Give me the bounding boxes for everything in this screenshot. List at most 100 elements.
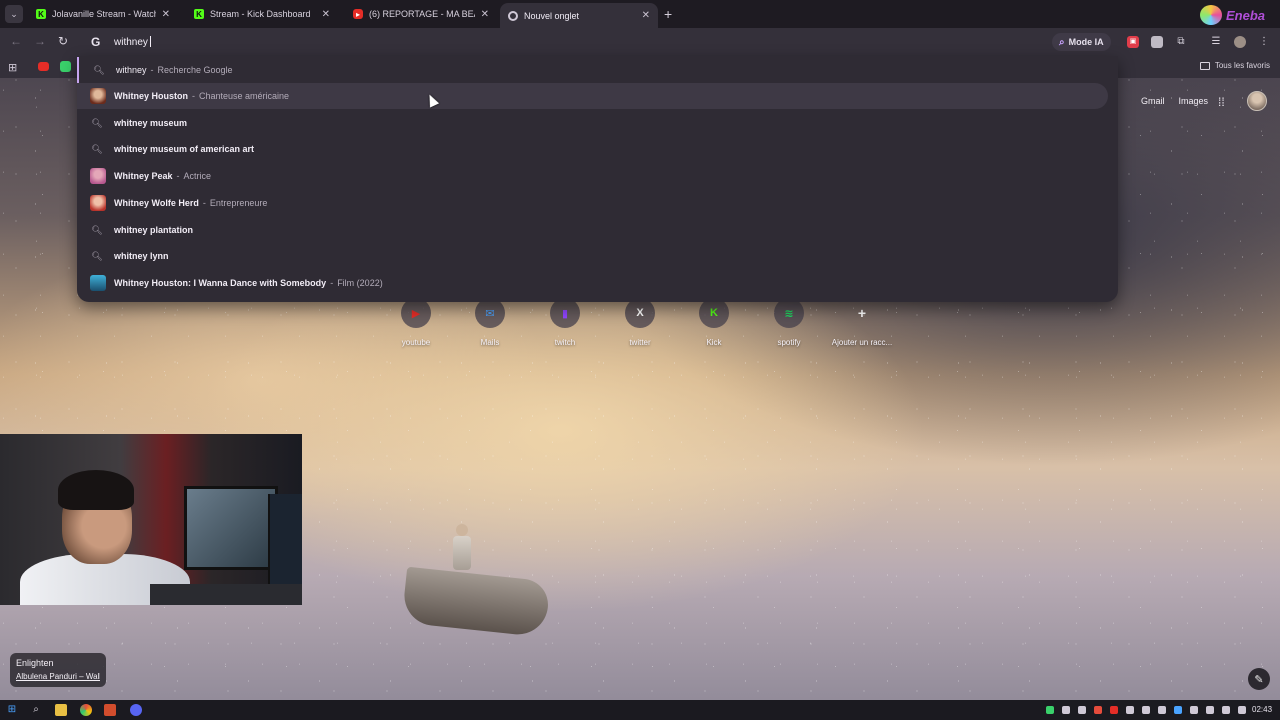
more-menu-icon[interactable]: ⋮: [1258, 36, 1270, 48]
close-icon[interactable]: ✕: [481, 9, 489, 20]
suggestion-item[interactable]: 🔍︎ whitney museum of american art: [77, 136, 1108, 162]
close-icon[interactable]: ✕: [642, 10, 650, 21]
account-avatar[interactable]: [1247, 91, 1267, 111]
suggestion-item[interactable]: 🔍︎ withney - Recherche Google: [77, 57, 1108, 83]
tab-title: Stream - Kick Dashboard: [210, 9, 311, 19]
close-icon[interactable]: ✕: [162, 9, 170, 20]
file-explorer-icon[interactable]: [55, 704, 67, 716]
tray-icon[interactable]: [1094, 706, 1102, 714]
taskbar-clock[interactable]: 02:43: [1252, 705, 1272, 714]
extensions-puzzle-icon[interactable]: ⧉: [1175, 36, 1187, 48]
suggestion-main: withney: [116, 65, 147, 75]
gmail-link[interactable]: Gmail: [1141, 96, 1165, 106]
x-icon: X: [625, 298, 655, 328]
shortcut-add[interactable]: + Ajouter un racc...: [827, 298, 897, 347]
suggestion-detail: Film (2022): [337, 278, 383, 288]
shortcut-label: twitter: [629, 338, 651, 347]
all-favorites-button[interactable]: Tous les favoris: [1199, 61, 1270, 70]
suggestion-main: Whitney Wolfe Herd: [114, 198, 199, 208]
suggestion-main: Whitney Houston: I Wanna Dance with Some…: [114, 278, 327, 288]
person-thumbnail: [90, 168, 106, 184]
omnibox-suggestions: 🔍︎ withney - Recherche Google Whitney Hous…: [77, 56, 1118, 302]
shortcut-spotify[interactable]: ≋ spotify: [754, 298, 824, 347]
film-poster-thumbnail: [90, 275, 106, 291]
reading-list-icon[interactable]: ☰: [1210, 36, 1222, 48]
youtube-icon: ▸: [353, 9, 363, 19]
tray-icon[interactable]: [1062, 706, 1070, 714]
keyboard-layout-icon[interactable]: [1238, 706, 1246, 714]
tray-icon[interactable]: [1142, 706, 1150, 714]
wallpaper-child-figure: [452, 524, 472, 570]
new-tab-button[interactable]: +: [664, 6, 672, 22]
tray-icon[interactable]: [1046, 706, 1054, 714]
folder-icon: [1199, 61, 1210, 70]
text-caret: [149, 36, 151, 47]
suggestion-item[interactable]: Whitney Houston - Chanteuse américaine: [77, 83, 1108, 109]
suggestion-item[interactable]: Whitney Houston: I Wanna Dance with Some…: [77, 270, 1108, 296]
omnibox-input[interactable]: withney: [114, 36, 151, 48]
suggestion-main: Whitney Peak: [114, 171, 173, 181]
extension-red-icon[interactable]: ▣: [1127, 36, 1139, 48]
shortcut-youtube[interactable]: ▶ youtube: [381, 298, 451, 347]
tray-icon[interactable]: [1078, 706, 1086, 714]
webcam-desk: [150, 584, 302, 605]
header-links: Gmail Images: [1141, 96, 1208, 106]
twitch-icon: ▮: [550, 298, 580, 328]
green-bookmark-icon[interactable]: [60, 61, 71, 72]
tab-kick-dashboard[interactable]: K Stream - Kick Dashboard ✕: [186, 3, 338, 25]
discord-taskbar-icon[interactable]: [130, 704, 142, 716]
close-icon[interactable]: ✕: [322, 9, 330, 20]
person-thumbnail: [90, 195, 106, 211]
kick-icon: K: [194, 9, 204, 19]
profile-avatar-icon[interactable]: [1234, 36, 1246, 48]
all-favorites-label: Tous les favoris: [1214, 61, 1270, 70]
now-playing-widget[interactable]: Enlighten Albulena Panduri – Walli: [10, 653, 106, 687]
tray-icon[interactable]: [1110, 706, 1118, 714]
suggestion-item[interactable]: 🔍︎ whitney museum: [77, 110, 1108, 136]
shortcut-twitch[interactable]: ▮ twitch: [530, 298, 600, 347]
tray-icon[interactable]: [1126, 706, 1134, 714]
tray-icon[interactable]: [1158, 706, 1166, 714]
bluetooth-icon[interactable]: [1174, 706, 1182, 714]
suggestion-item[interactable]: 🔍︎ whitney lynn: [77, 243, 1108, 269]
shortcut-kick[interactable]: K Kick: [679, 298, 749, 347]
profile-badge[interactable]: Eneba: [1200, 4, 1272, 26]
google-apps-icon[interactable]: ⁞⁞: [1218, 96, 1230, 108]
suggestion-item[interactable]: Whitney Wolfe Herd - Entrepreneure: [77, 190, 1108, 216]
shortcut-twitter[interactable]: X twitter: [605, 298, 675, 347]
forward-arrow-icon[interactable]: →: [34, 34, 46, 48]
search-icon[interactable]: ⌕: [30, 704, 42, 716]
tab-search-button[interactable]: ⌄: [5, 5, 23, 23]
windows-start-icon[interactable]: ⊞: [6, 704, 18, 716]
suggestion-detail: Chanteuse américaine: [199, 91, 290, 101]
now-playing-title: Enlighten: [16, 658, 54, 668]
chevron-down-icon: ⌄: [10, 8, 18, 19]
images-link[interactable]: Images: [1179, 96, 1209, 106]
search-icon: 🔍︎: [93, 64, 105, 75]
suggestion-item[interactable]: 🔍︎ whitney plantation: [77, 217, 1108, 243]
suggestion-main: whitney plantation: [114, 225, 194, 235]
volume-icon[interactable]: [1222, 706, 1230, 714]
mode-ia-button[interactable]: ⌕ Mode IA: [1052, 33, 1111, 51]
eneba-logo-icon: [1200, 5, 1222, 25]
wallpaper-boat: [401, 560, 551, 638]
suggestion-item[interactable]: Whitney Peak - Actrice: [77, 163, 1108, 189]
customize-pencil-icon[interactable]: ✎: [1248, 668, 1270, 690]
webcam-person-hair: [58, 470, 134, 510]
now-playing-artist[interactable]: Albulena Panduri – Walli: [16, 672, 100, 681]
reload-icon[interactable]: ↻: [58, 34, 68, 48]
tray-icon[interactable]: [1190, 706, 1198, 714]
extension-gray-icon[interactable]: [1151, 36, 1163, 48]
profile-badge-text: Eneba: [1226, 7, 1266, 23]
tab-reportage[interactable]: ▸ (6) REPORTAGE - MA BEAUTÉ E ✕: [345, 3, 497, 25]
app-taskbar-icon[interactable]: [104, 704, 116, 716]
child-body: [453, 536, 471, 570]
apps-grid-icon[interactable]: ⊞: [8, 61, 17, 74]
chrome-taskbar-icon[interactable]: [80, 704, 92, 716]
network-icon[interactable]: [1206, 706, 1214, 714]
tab-new-tab[interactable]: Nouvel onglet ✕: [500, 3, 658, 28]
back-arrow-icon[interactable]: ←: [10, 34, 22, 48]
youtube-bookmark-icon[interactable]: [38, 62, 49, 71]
tab-jolavanille[interactable]: K Jolavanille Stream - Watch Live ✕: [28, 3, 178, 25]
shortcut-mails[interactable]: ✉ Mails: [455, 298, 525, 347]
